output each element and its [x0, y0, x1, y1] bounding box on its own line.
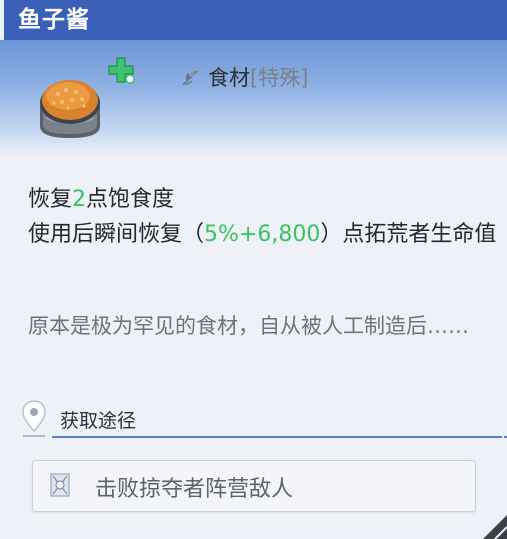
green-plus-icon	[106, 55, 138, 87]
source-section: 获取途径	[18, 399, 507, 439]
source-item-label: 击败掠夺者阵营敌人	[95, 477, 294, 502]
description-line-1: 恢复2点饱食度	[28, 187, 175, 212]
crossed-card-icon	[50, 473, 70, 497]
leaf-icon	[182, 70, 198, 86]
flavor-text: 原本是极为罕见的食材，自从被人工制造后……	[28, 314, 469, 338]
location-pin-icon	[22, 400, 46, 437]
item-type-tag: [特殊]	[250, 66, 309, 90]
satiety-value: 2	[72, 187, 87, 212]
item-type-name: 食材	[208, 66, 250, 90]
header-accent-bar	[0, 0, 4, 40]
source-item-button[interactable]: 击败掠夺者阵营敌人	[32, 460, 476, 512]
description-line-2: 使用后瞬间恢复（5%+6,800）点拓荒者生命值	[28, 222, 497, 247]
item-type: 食材 [特殊]	[178, 62, 308, 92]
item-header: 鱼子酱	[0, 0, 507, 40]
item-detail-card: 鱼子酱 食材 [特殊] 恢复2点饱食度 使用后瞬间恢复（5%+6,800）点拓荒…	[0, 0, 507, 539]
source-label: 获取途径	[60, 410, 137, 432]
item-description: 恢复2点饱食度 使用后瞬间恢复（5%+6,800）点拓荒者生命值	[28, 182, 498, 252]
heal-value: 5%+6,800	[204, 222, 321, 247]
resize-corner-icon	[483, 515, 507, 539]
source-divider	[52, 436, 502, 438]
item-title: 鱼子酱	[18, 7, 90, 33]
caviar-can-icon	[34, 72, 106, 144]
